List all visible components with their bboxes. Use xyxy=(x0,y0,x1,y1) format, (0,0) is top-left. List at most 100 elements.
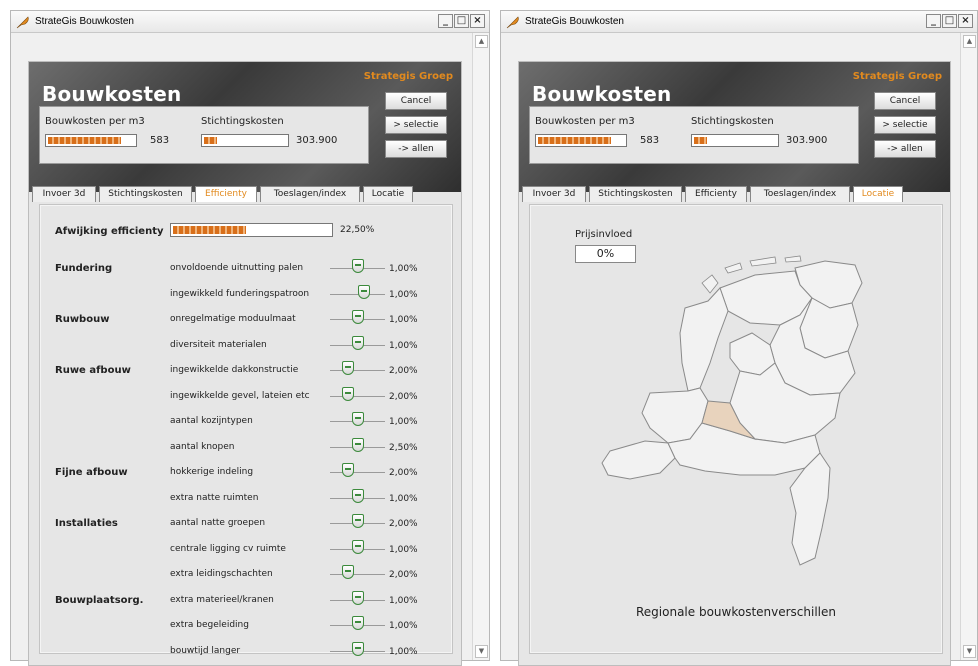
slider-track[interactable] xyxy=(330,395,385,397)
tab-toeslagen-index[interactable]: Toeslagen/index xyxy=(750,186,850,202)
item-label: aantal kozijntypen xyxy=(170,416,253,426)
slider-thumb-icon[interactable] xyxy=(342,463,355,477)
slider-thumb-icon[interactable] xyxy=(351,488,364,503)
slider-track[interactable] xyxy=(330,370,385,371)
maximize-button[interactable]: □ xyxy=(454,14,469,28)
scroll-up-arrow-icon[interactable]: ▲ xyxy=(963,35,976,48)
category-label: Ruwbouw xyxy=(55,314,110,325)
island-terschelling xyxy=(749,256,777,267)
netherlands-map[interactable] xyxy=(590,253,920,603)
item-percentage: 1,00% xyxy=(389,264,418,274)
tab-bar: Invoer 3d Stichtingskosten Efficienty To… xyxy=(32,186,458,202)
efficiency-row: diversiteit materialen 1,00% xyxy=(40,335,452,356)
slider-thumb-icon[interactable] xyxy=(351,412,364,426)
tab-efficienty[interactable]: Efficienty xyxy=(685,186,747,202)
category-label: Fijne afbouw xyxy=(55,467,128,478)
selectie-button[interactable]: > selectie xyxy=(874,116,936,134)
efficiency-row: Fundering onvoldoende uitnutting palen 1,0… xyxy=(40,259,452,279)
item-percentage: 1,00% xyxy=(389,340,418,351)
close-button[interactable]: × xyxy=(470,14,485,28)
slider-thumb-icon[interactable] xyxy=(351,590,364,605)
slider-track[interactable] xyxy=(330,472,385,473)
slider-thumb-icon[interactable] xyxy=(351,310,364,324)
slider-thumb-icon[interactable] xyxy=(351,539,364,554)
allen-button[interactable]: -> allen xyxy=(874,140,936,158)
slider-thumb-icon[interactable] xyxy=(351,514,364,528)
slider-track[interactable] xyxy=(330,574,385,575)
cancel-button[interactable]: Cancel xyxy=(385,92,447,110)
scroll-down-arrow-icon[interactable]: ▼ xyxy=(475,645,488,658)
slider-thumb-icon[interactable] xyxy=(351,259,364,273)
slider-thumb-icon[interactable] xyxy=(351,335,364,350)
efficiency-row: extra begeleiding 1,00% xyxy=(40,616,452,636)
cost-per-m3-label: Bouwkosten per m3 xyxy=(45,116,145,127)
efficiency-value: 22,50% xyxy=(340,225,375,235)
app-title: Bouwkosten xyxy=(532,82,672,106)
tab-stichtingskosten[interactable]: Stichtingskosten xyxy=(99,186,192,202)
app-header: Bouwkosten Strategis Groep Cancel > sele… xyxy=(519,62,950,202)
stichting-label: Stichtingskosten xyxy=(201,116,284,127)
efficiency-row: aantal kozijntypen 1,00% xyxy=(40,412,452,432)
item-label: extra begeleiding xyxy=(170,620,249,630)
tab-invoer-3d[interactable]: Invoer 3d xyxy=(32,186,96,202)
item-percentage: 1,00% xyxy=(389,315,418,325)
tab-toeslagen-index[interactable]: Toeslagen/index xyxy=(260,186,360,202)
tab-efficienty[interactable]: Efficienty xyxy=(195,186,257,202)
cost-summary: Bouwkosten per m3 Stichtingskosten 583 3… xyxy=(39,106,369,164)
category-label: Fundering xyxy=(55,263,113,274)
brand-logo: Strategis Groep xyxy=(852,71,942,82)
price-influence-label: Prijsinvloed xyxy=(575,229,633,240)
cancel-button[interactable]: Cancel xyxy=(874,92,936,110)
slider-thumb-icon[interactable] xyxy=(351,616,364,630)
cost-per-m3-fill xyxy=(538,137,611,144)
title-bar[interactable]: StrateGis Bouwkosten _ □ × xyxy=(501,11,977,33)
window-title: StrateGis Bouwkosten xyxy=(35,16,134,27)
slider-thumb-icon[interactable] xyxy=(358,284,371,299)
item-label: centrale ligging cv ruimte xyxy=(170,543,286,554)
island-texel xyxy=(701,274,719,294)
item-label: aantal natte groepen xyxy=(170,518,266,528)
vertical-scrollbar[interactable]: ▲ ▼ xyxy=(960,33,977,660)
title-bar[interactable]: StrateGis Bouwkosten _ □ × xyxy=(11,11,489,33)
tab-invoer-3d[interactable]: Invoer 3d xyxy=(522,186,586,202)
item-percentage: 1,00% xyxy=(389,493,418,504)
slider-thumb-icon[interactable] xyxy=(351,437,364,452)
map-caption: Regionale bouwkostenverschillen xyxy=(635,605,836,619)
efficiency-row: ingewikkeld funderingspatroon 1,00% xyxy=(40,284,452,305)
item-label: ingewikkelde dakkonstructie xyxy=(170,365,299,375)
bouwkosten-app: Bouwkosten Strategis Groep Cancel > sele… xyxy=(28,61,462,666)
allen-button[interactable]: -> allen xyxy=(385,140,447,158)
scroll-up-arrow-icon[interactable]: ▲ xyxy=(475,35,488,48)
maximize-button[interactable]: □ xyxy=(942,14,957,28)
selectie-button[interactable]: > selectie xyxy=(385,116,447,134)
slider-thumb-icon[interactable] xyxy=(351,641,364,656)
slider-thumb-icon[interactable] xyxy=(342,565,355,579)
stichting-label: Stichtingskosten xyxy=(691,116,774,127)
item-label: bouwtijd langer xyxy=(170,645,241,656)
slider-thumb-icon[interactable] xyxy=(342,386,355,401)
scroll-down-arrow-icon[interactable]: ▼ xyxy=(963,645,976,658)
item-percentage: 2,00% xyxy=(389,570,418,580)
slider-thumb-icon[interactable] xyxy=(342,361,355,375)
item-label: extra materieel/kranen xyxy=(170,594,274,605)
item-label: ingewikkelde gevel, lateien etc xyxy=(170,390,310,401)
item-percentage: 1,00% xyxy=(389,595,418,606)
item-label: onregelmatige moduulmaat xyxy=(170,314,296,324)
vertical-scrollbar[interactable]: ▲ ▼ xyxy=(472,33,489,660)
region-noord-holland xyxy=(679,287,729,392)
minimize-button[interactable]: _ xyxy=(438,14,453,28)
efficiency-row: centrale ligging cv ruimte 1,00% xyxy=(40,539,452,560)
close-button[interactable]: × xyxy=(958,14,973,28)
cost-per-m3-value: 583 xyxy=(150,135,170,146)
item-percentage: 1,00% xyxy=(389,544,418,555)
tab-locatie[interactable]: Locatie xyxy=(363,186,413,202)
item-percentage: 1,00% xyxy=(389,646,418,657)
tab-stichtingskosten[interactable]: Stichtingskosten xyxy=(589,186,682,202)
tab-locatie[interactable]: Locatie xyxy=(853,186,903,202)
minimize-button[interactable]: _ xyxy=(926,14,941,28)
item-label: ingewikkeld funderingspatroon xyxy=(170,288,310,299)
efficiency-row: Ruwe afbouw ingewikkelde dakkonstructie 2,… xyxy=(40,361,452,381)
island-vlieland xyxy=(724,262,743,274)
location-panel: Prijsinvloed 0% Regionale bouwkostenvers… xyxy=(529,204,943,654)
cost-summary: Bouwkosten per m3 Stichtingskosten 583 3… xyxy=(529,106,859,164)
